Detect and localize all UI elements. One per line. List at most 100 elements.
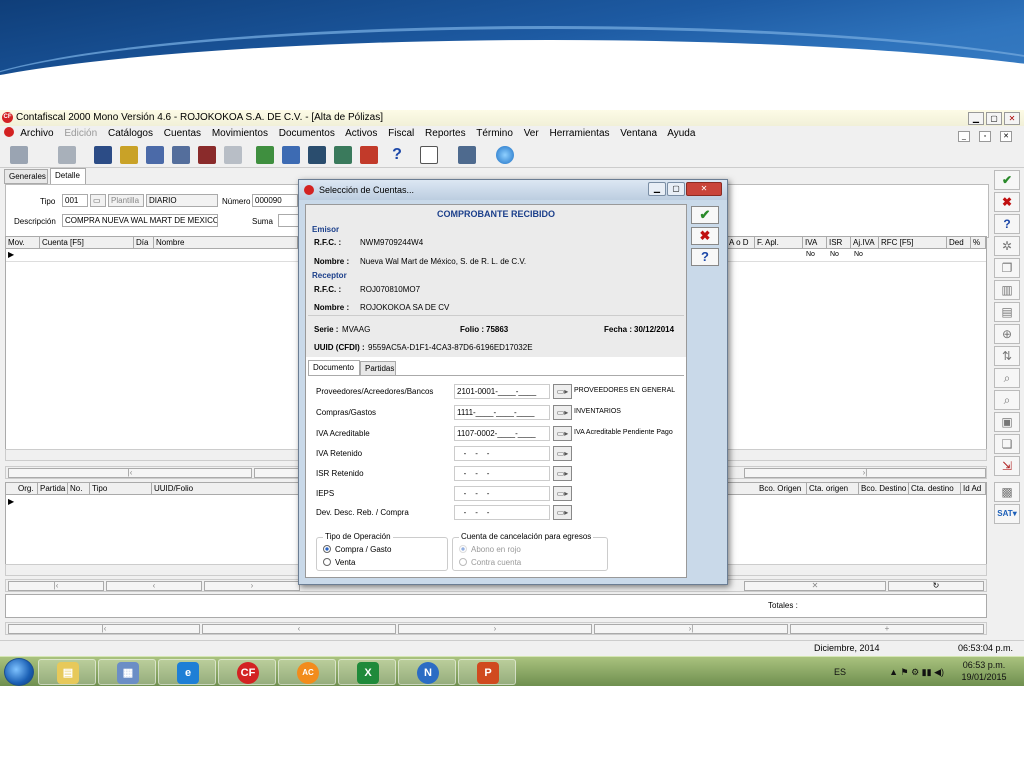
maximize-button[interactable]: ▢ bbox=[986, 112, 1002, 125]
col-iva[interactable]: IVA bbox=[803, 237, 827, 249]
taskbar-app-5[interactable]: AC bbox=[278, 659, 336, 685]
mdi-minimize-button[interactable]: _ bbox=[958, 131, 970, 142]
menu-app-icon[interactable] bbox=[4, 127, 14, 137]
ieps-account-input[interactable]: - - - bbox=[454, 486, 550, 501]
lookup-icon[interactable]: ▭▸ bbox=[553, 426, 572, 441]
tab-documento[interactable]: Documento bbox=[308, 360, 360, 376]
export-excel-icon[interactable] bbox=[256, 146, 274, 164]
tray-icons[interactable]: ▲ ⚑ ⚙ ▮▮ ◀) bbox=[889, 657, 944, 687]
tab-partidas[interactable]: Partidas bbox=[360, 361, 396, 376]
nav2-prior-button[interactable]: ‹ bbox=[106, 581, 202, 591]
archive-icon[interactable] bbox=[224, 146, 242, 164]
col-cta-destino[interactable]: Cta. destino bbox=[909, 483, 961, 495]
sat-icon[interactable]: SAT▾ bbox=[994, 504, 1020, 524]
taskbar-app-7[interactable]: N bbox=[398, 659, 456, 685]
nav3-last-button[interactable]: ›| bbox=[594, 624, 788, 634]
menu-ventana[interactable]: Ventana bbox=[620, 128, 657, 139]
descripcion-field[interactable]: COMPRA NUEVA WAL MART DE MEXICO bbox=[62, 214, 218, 227]
col-bco-origen[interactable]: Bco. Origen bbox=[757, 483, 807, 495]
taskbar-app-4[interactable]: CF bbox=[218, 659, 276, 685]
building-icon[interactable] bbox=[58, 146, 76, 164]
nav-last-button[interactable]: ›| bbox=[744, 468, 986, 478]
print-icon[interactable] bbox=[458, 146, 476, 164]
dialog-cancel-button[interactable]: ✖ bbox=[691, 227, 719, 245]
isr-retenido-account-input[interactable]: - - - bbox=[454, 466, 550, 481]
iva-retenido-account-input[interactable]: - - - bbox=[454, 446, 550, 461]
numero-field[interactable]: 000090 bbox=[252, 194, 298, 207]
menu-herramientas[interactable]: Herramientas bbox=[549, 128, 609, 139]
col-partida[interactable]: Partida bbox=[38, 483, 68, 495]
tool-duplicate-icon[interactable]: ❏ bbox=[994, 434, 1020, 454]
tool-print-icon[interactable]: ▤ bbox=[994, 302, 1020, 322]
cancel-button[interactable]: ✖ bbox=[994, 192, 1020, 212]
proveedores-account-input[interactable]: 2101-0001-____-____ bbox=[454, 384, 550, 399]
nav3-first-button[interactable]: |‹ bbox=[8, 624, 200, 634]
tool-copy-icon[interactable]: ❐ bbox=[994, 258, 1020, 278]
menu-ver[interactable]: Ver bbox=[524, 128, 539, 139]
tab-detalle[interactable]: Detalle bbox=[50, 168, 86, 184]
col-bco-destino[interactable]: Bco. Destino bbox=[859, 483, 909, 495]
menu-ayuda[interactable]: Ayuda bbox=[667, 128, 695, 139]
col-isr[interactable]: ISR bbox=[827, 237, 851, 249]
menu-movimientos[interactable]: Movimientos bbox=[212, 128, 268, 139]
taskbar-app-8[interactable]: P bbox=[458, 659, 516, 685]
calendar-icon[interactable] bbox=[308, 146, 326, 164]
help-button[interactable]: ? bbox=[994, 214, 1020, 234]
language-indicator[interactable]: ES bbox=[834, 657, 846, 687]
op-venta-radio[interactable]: Venta bbox=[323, 558, 355, 567]
nav3-next-button[interactable]: › bbox=[398, 624, 592, 634]
col-cta-origen[interactable]: Cta. origen bbox=[807, 483, 859, 495]
lookup-icon[interactable]: ▭▸ bbox=[553, 384, 572, 399]
menu-edicion[interactable]: Edición bbox=[64, 128, 97, 139]
col-f-apl[interactable]: F. Apl. bbox=[755, 237, 803, 249]
col-a-o-d[interactable]: A o D bbox=[727, 237, 755, 249]
col-ded[interactable]: Ded bbox=[947, 237, 971, 249]
dialog-accept-button[interactable]: ✔ bbox=[691, 206, 719, 224]
menu-fiscal[interactable]: Fiscal bbox=[388, 128, 414, 139]
tool-insert-icon[interactable]: ⊕ bbox=[994, 324, 1020, 344]
col-porcentaje[interactable]: % bbox=[971, 237, 986, 249]
taskbar-app-6[interactable]: X bbox=[338, 659, 396, 685]
org-chart-icon[interactable] bbox=[94, 146, 112, 164]
abono-rojo-radio[interactable]: Abono en rojo bbox=[459, 545, 521, 554]
col-rfc[interactable]: RFC [F5] bbox=[879, 237, 947, 249]
dialog-minimize-button[interactable]: ▁ bbox=[648, 182, 666, 196]
menu-archivo[interactable]: Archivo bbox=[20, 128, 53, 139]
tool-save-icon[interactable]: ▣ bbox=[994, 412, 1020, 432]
dialog-maximize-button[interactable]: ▢ bbox=[667, 182, 685, 196]
col-mov[interactable]: Mov. bbox=[6, 237, 40, 249]
devoluciones-account-input[interactable]: - - - bbox=[454, 505, 550, 520]
menu-reportes[interactable]: Reportes bbox=[425, 128, 466, 139]
nav2-cancel-button[interactable]: ✕ bbox=[744, 581, 886, 591]
users-icon[interactable] bbox=[10, 146, 28, 164]
nav-prior-button[interactable] bbox=[254, 468, 302, 478]
documents-icon[interactable] bbox=[146, 146, 164, 164]
exit-icon[interactable] bbox=[360, 146, 378, 164]
tab-generales[interactable]: Generales bbox=[4, 169, 48, 184]
mdi-close-button[interactable]: ✕ bbox=[1000, 131, 1012, 142]
calculator-icon[interactable] bbox=[334, 146, 352, 164]
menu-catalogos[interactable]: Catálogos bbox=[108, 128, 153, 139]
dialog-close-button[interactable]: ✕ bbox=[686, 182, 722, 196]
help-icon[interactable]: ? bbox=[388, 146, 406, 164]
dialog-help-button[interactable]: ? bbox=[691, 248, 719, 266]
tipo-field[interactable]: 001 bbox=[62, 194, 88, 207]
tool-attach-icon[interactable]: ▩ bbox=[994, 482, 1020, 502]
taskbar-app-2[interactable]: ▦ bbox=[98, 659, 156, 685]
menu-activos[interactable]: Activos bbox=[345, 128, 377, 139]
close-window-button[interactable]: ✕ bbox=[1004, 112, 1020, 125]
accept-button[interactable]: ✔ bbox=[994, 170, 1020, 190]
col-org[interactable]: Org. bbox=[16, 483, 38, 495]
taskbar-app-3[interactable]: e bbox=[158, 659, 216, 685]
tool-new-icon[interactable]: ✲ bbox=[994, 236, 1020, 256]
col-tipo[interactable]: Tipo bbox=[90, 483, 152, 495]
nav3-add-button[interactable]: + bbox=[790, 624, 984, 634]
mdi-restore-button[interactable]: ▫ bbox=[979, 131, 991, 142]
nav3-prior-button[interactable]: ‹ bbox=[202, 624, 396, 634]
page-icon[interactable] bbox=[420, 146, 438, 164]
nav-first-button[interactable]: |‹ bbox=[8, 468, 252, 478]
lookup-icon[interactable]: ▭▸ bbox=[553, 486, 572, 501]
taskbar-app-1[interactable]: ▤ bbox=[38, 659, 96, 685]
iva-acreditable-account-input[interactable]: 1107-0002-____-____ bbox=[454, 426, 550, 441]
col-id-ad[interactable]: Id Ad bbox=[961, 483, 986, 495]
